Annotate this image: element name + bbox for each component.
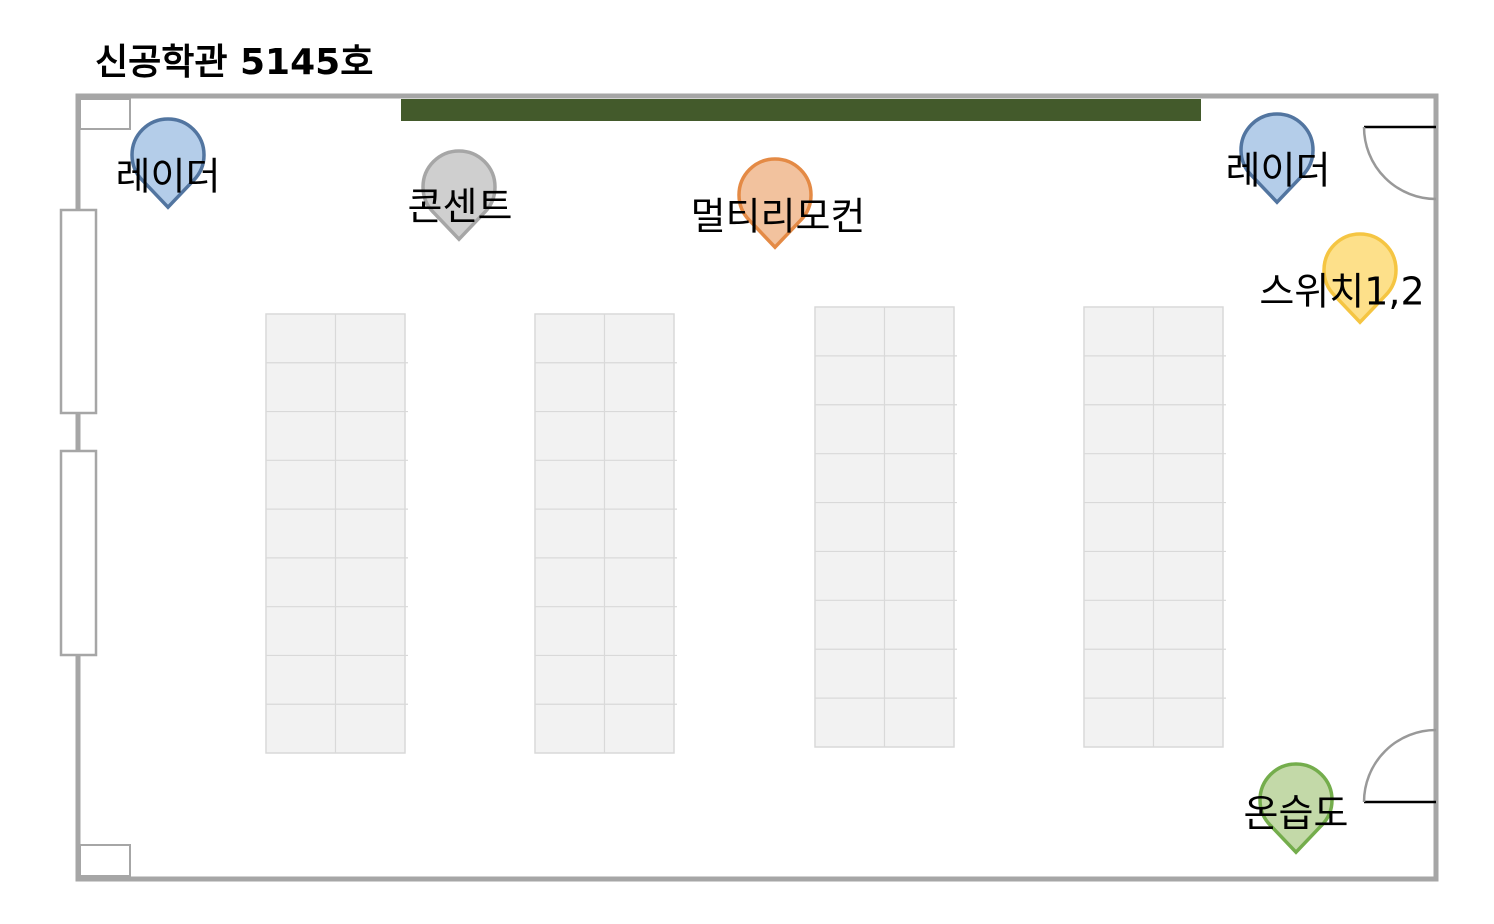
marker-label: 온습도 xyxy=(1244,792,1349,836)
desk-group xyxy=(265,313,408,754)
room-title: 신공학관 5145호 xyxy=(95,42,373,83)
desk-group xyxy=(814,306,957,748)
door-bottom-right xyxy=(1362,728,1437,804)
marker-label: 멀티리모컨 xyxy=(691,195,866,239)
marker-switch: 스위치1,2 xyxy=(1259,232,1425,325)
marker-label: 콘센트 xyxy=(408,185,513,229)
corner-pillar-bottom-left xyxy=(79,844,131,877)
marker-label: 레이더 xyxy=(116,155,221,199)
blackboard xyxy=(401,99,1201,121)
marker-label: 레이더 xyxy=(1226,149,1331,193)
marker-multi-remote: 멀티리모컨 xyxy=(691,157,866,250)
corner-pillar-top-left xyxy=(79,98,131,130)
window-upper xyxy=(59,208,98,415)
marker-radar-left: 레이더 xyxy=(116,117,221,210)
desk-group xyxy=(534,313,677,754)
classroom-floor-plan: 신공학관 5145호 레이더콘센트 멀티리모컨 레이더스위치1,2 온습도 xyxy=(59,42,1439,882)
marker-outlet: 콘센트 xyxy=(408,149,513,242)
door-top-right xyxy=(1362,125,1437,201)
window-lower xyxy=(59,449,98,657)
marker-radar-right: 레이더 xyxy=(1226,112,1331,205)
marker-label: 스위치1,2 xyxy=(1259,270,1424,314)
marker-thermo-hygro: 온습도 xyxy=(1244,762,1349,855)
desk-group xyxy=(1083,306,1226,748)
desk-groups xyxy=(265,306,1226,754)
